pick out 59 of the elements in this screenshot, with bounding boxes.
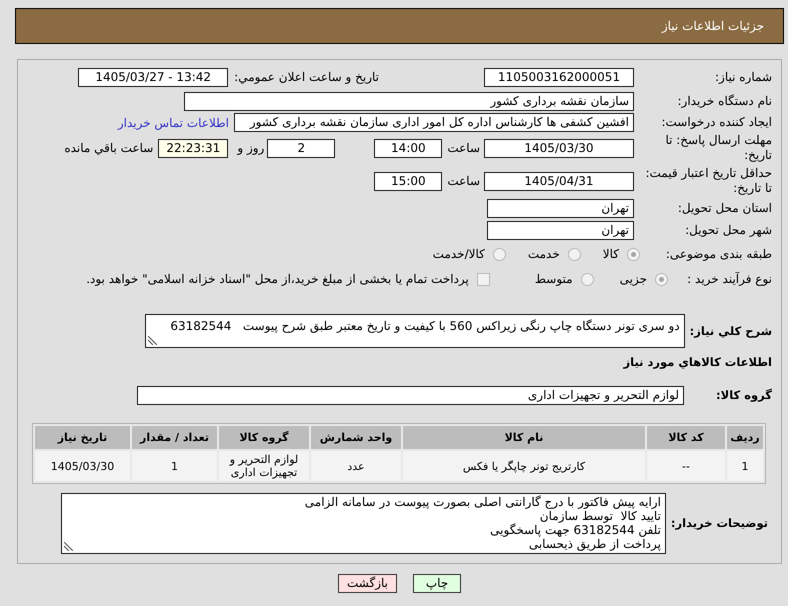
column-header: تعداد / مقدار xyxy=(132,426,217,449)
goods-group-field: لوازم التحریر و تجهیزات اداری xyxy=(137,386,684,405)
field-label: ایجاد کننده درخواست: xyxy=(660,115,772,130)
resize-grip-icon[interactable] xyxy=(64,542,73,551)
field-label: شرح کلي نیاز: xyxy=(690,324,772,338)
days-field: 2 xyxy=(267,138,336,158)
radio-label: کالا/خدمت xyxy=(432,247,485,261)
buyer-organization-field: سازمان نقشه برداری کشور xyxy=(184,92,634,111)
province-field: تهران xyxy=(487,198,634,218)
time-label: ساعت xyxy=(447,141,480,155)
description-field[interactable]: دو سری تونر دستگاه چاپ رنگی زیراکس 560 با کیفیت و تاریخ معتبر طبق شرح پیوست 63182544 xyxy=(144,314,685,348)
remaining-label: ساعت باقي مانده xyxy=(64,141,154,155)
column-header: واحد شمارش xyxy=(311,426,401,449)
table-cell: عدد xyxy=(311,451,401,481)
date-field: 1405/04/31 xyxy=(484,172,634,190)
table-cell: لوازم التحریر و تجهیزات اداری xyxy=(219,451,309,481)
table-cell: 1 xyxy=(727,451,763,481)
table-cell: 1405/03/30 xyxy=(35,451,130,481)
column-header: تاریخ نیاز xyxy=(35,426,130,449)
buyer-notes-field[interactable]: ارایه پیش فاکتور با درج گارانتی اصلی بصورت پیوست در سامانه الزامی تایید کالا توسط سازمان تلفن 63182544 جهت پاسخگویی پرداخت از طریق ذیحسابی xyxy=(60,493,666,554)
checkbox-label: پرداخت تمام یا بخشی از مبلغ خرید،از محل "اسناد خزانه اسلامی" خواهد بود. xyxy=(86,272,469,286)
column-header: گروه کالا xyxy=(219,426,309,449)
column-header: ردیف xyxy=(727,426,763,449)
column-header: کد کالا xyxy=(647,426,725,449)
time-label: ساعت xyxy=(447,174,480,188)
date-field: 1405/03/30 xyxy=(484,138,634,158)
table-cell: 1 xyxy=(132,451,217,481)
field-label: نوع فرآیند خرید : xyxy=(686,272,772,286)
time-field: 14:00 xyxy=(374,138,442,158)
field-label: شهر محل تحویل: xyxy=(684,222,772,238)
field-label: توضیحات خریدار: xyxy=(670,516,768,531)
buyer-contact-link[interactable]: اطلاعات تماس خریدار xyxy=(118,116,229,130)
print-button[interactable]: چاپ xyxy=(413,574,461,593)
field-label: مهلت ارسال پاسخ: تا تاریخ: xyxy=(664,133,772,163)
requester-field: افشین کشفی ها کارشناس اداره کل امور اداری سازمان نقشه برداری کشور xyxy=(234,113,634,132)
radio-label: جزیی xyxy=(620,272,647,286)
field-label: شماره نیاز: xyxy=(714,70,772,85)
field-label: نام دستگاه خریدار: xyxy=(676,94,772,109)
need-number-field: 1105003162000051 xyxy=(484,68,634,87)
section-heading: اطلاعات کالاهاي مورد نیاز xyxy=(624,354,772,370)
time-field: 15:00 xyxy=(374,172,442,190)
remaining-time-field: 22:23:31 xyxy=(158,138,228,158)
radio-label: کالا xyxy=(602,247,619,261)
field-label: طبقه بندی موضوعی: xyxy=(664,246,772,262)
resize-grip-icon[interactable] xyxy=(148,336,157,345)
table-cell: کارتریج تونر چاپگر یا فکس xyxy=(403,451,645,481)
field-label: گروه کالا: xyxy=(715,388,772,403)
table-cell: -- xyxy=(647,451,725,481)
city-field: تهران xyxy=(487,220,634,240)
days-label: روز و xyxy=(237,141,264,155)
radio-label: خدمت xyxy=(528,247,560,261)
page-title: جزئیات اطلاعات نیاز xyxy=(662,19,764,33)
field-label: حداقل تاریخ اعتبار قیمت: تا تاریخ: xyxy=(644,166,772,196)
announce-datetime-field: 1405/03/27 - 13:42 xyxy=(78,68,228,87)
radio-label: متوسط xyxy=(534,272,573,286)
back-button[interactable]: بازگشت xyxy=(338,574,397,593)
column-header: نام کالا xyxy=(403,426,645,449)
field-label: تاریخ و ساعت اعلان عمومي: xyxy=(234,70,379,85)
field-label: استان محل تحویل: xyxy=(676,200,772,216)
